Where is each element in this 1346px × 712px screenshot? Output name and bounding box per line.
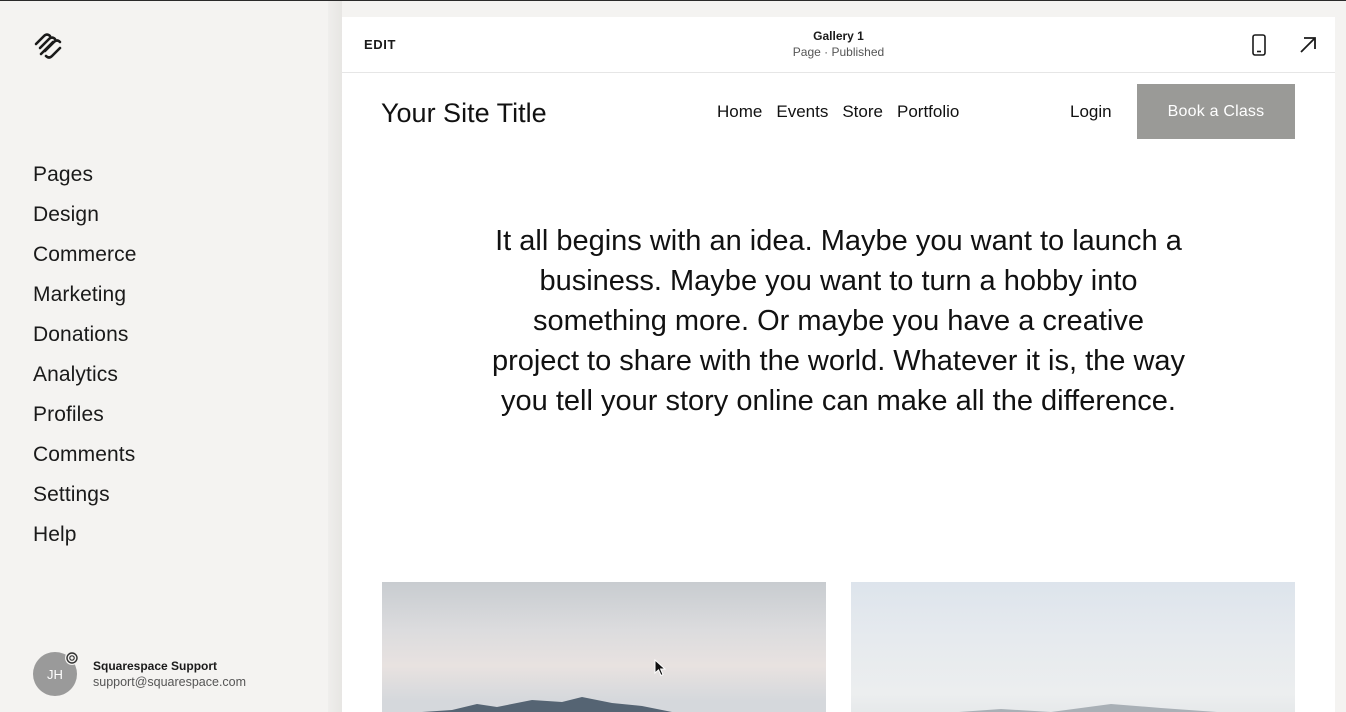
open-external-icon[interactable] — [1298, 35, 1318, 55]
site-title[interactable]: Your Site Title — [381, 98, 547, 129]
site-nav-events[interactable]: Events — [776, 102, 828, 122]
intro-text[interactable]: It all begins with an idea. Maybe you wa… — [487, 221, 1190, 421]
panel-divider — [328, 1, 342, 712]
nav-item-commerce[interactable]: Commerce — [33, 235, 136, 275]
nav-item-settings[interactable]: Settings — [33, 475, 136, 515]
editor-toolbar: EDIT Gallery 1 Page · Published — [342, 17, 1335, 73]
squarespace-logo-icon[interactable] — [33, 32, 63, 60]
gallery-image[interactable] — [851, 582, 1295, 712]
page-info: Gallery 1 Page · Published — [342, 29, 1335, 60]
mouse-cursor-icon — [654, 659, 666, 677]
mountain-image-detail — [959, 704, 1295, 712]
site-nav-portfolio[interactable]: Portfolio — [897, 102, 959, 122]
user-email: support@squarespace.com — [93, 675, 247, 689]
page-status: Page · Published — [792, 45, 885, 59]
nav-item-marketing[interactable]: Marketing — [33, 275, 136, 315]
book-a-class-button[interactable]: Book a Class — [1137, 84, 1295, 139]
user-info: Squarespace Support support@squarespace.… — [93, 658, 246, 690]
nav-item-pages[interactable]: Pages — [33, 155, 136, 195]
site-nav-home[interactable]: Home — [717, 102, 762, 122]
account-menu[interactable]: JH Squarespace Support support@squarespa… — [33, 651, 246, 696]
nav-item-analytics[interactable]: Analytics — [33, 355, 136, 395]
nav-item-comments[interactable]: Comments — [33, 435, 136, 475]
mobile-preview-icon[interactable] — [1252, 34, 1266, 56]
site-preview-frame: EDIT Gallery 1 Page · Published Your Sit… — [342, 17, 1335, 712]
avatar-initials: JH — [47, 666, 63, 682]
user-name: Squarespace Support — [93, 659, 218, 673]
squarespace-badge-icon — [65, 651, 79, 665]
nav-item-profiles[interactable]: Profiles — [33, 395, 136, 435]
nav-item-help[interactable]: Help — [33, 515, 136, 555]
site-nav-store[interactable]: Store — [842, 102, 883, 122]
frame-margin — [1335, 1, 1346, 712]
page-name: Gallery 1 — [813, 29, 864, 43]
mountain-image-detail — [422, 697, 672, 712]
nav-item-donations[interactable]: Donations — [33, 315, 136, 355]
site-nav: Home Events Store Portfolio — [717, 102, 973, 122]
login-link[interactable]: Login — [1070, 102, 1112, 122]
avatar[interactable]: JH — [33, 651, 79, 696]
gallery-image[interactable] — [382, 582, 826, 712]
main-nav: Pages Design Commerce Marketing Donation… — [33, 155, 136, 555]
nav-item-design[interactable]: Design — [33, 195, 136, 235]
sidebar: Pages Design Commerce Marketing Donation… — [0, 1, 330, 712]
